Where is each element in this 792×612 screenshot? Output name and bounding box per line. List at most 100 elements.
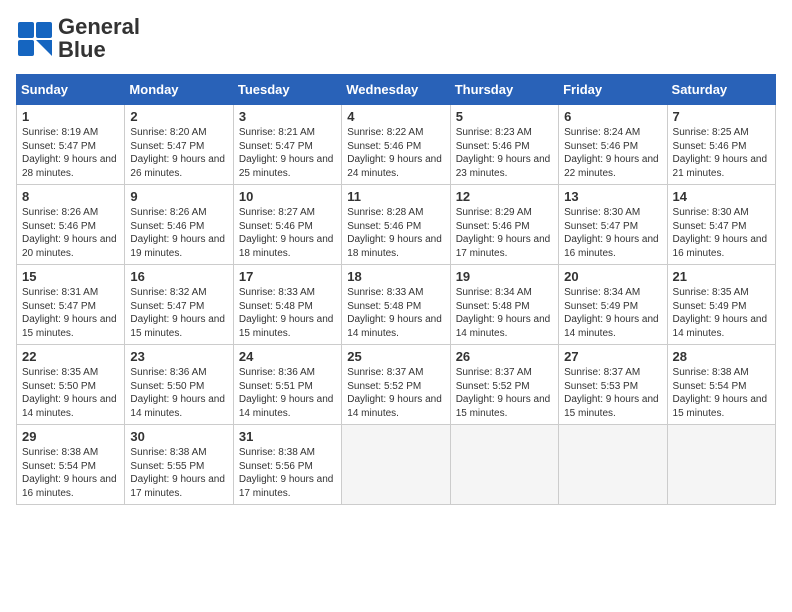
day-number: 3 (239, 109, 336, 124)
day-number: 16 (130, 269, 227, 284)
col-header-sunday: Sunday (17, 75, 125, 105)
logo-general: General (58, 14, 140, 39)
cell-info: Sunrise: 8:33 AMSunset: 5:48 PMDaylight:… (239, 287, 334, 339)
day-number: 22 (22, 349, 119, 364)
cell-info: Sunrise: 8:26 AMSunset: 5:46 PMDaylight:… (130, 207, 225, 259)
cell-info: Sunrise: 8:38 AMSunset: 5:55 PMDaylight:… (130, 447, 225, 499)
cell-info: Sunrise: 8:38 AMSunset: 5:56 PMDaylight:… (239, 447, 334, 499)
day-number: 12 (456, 189, 553, 204)
calendar-cell: 10 Sunrise: 8:27 AMSunset: 5:46 PMDaylig… (233, 185, 341, 265)
cell-info: Sunrise: 8:20 AMSunset: 5:47 PMDaylight:… (130, 127, 225, 179)
calendar-cell: 17 Sunrise: 8:33 AMSunset: 5:48 PMDaylig… (233, 265, 341, 345)
cell-info: Sunrise: 8:31 AMSunset: 5:47 PMDaylight:… (22, 287, 117, 339)
day-number: 18 (347, 269, 444, 284)
day-number: 30 (130, 429, 227, 444)
cell-info: Sunrise: 8:27 AMSunset: 5:46 PMDaylight:… (239, 207, 334, 259)
col-header-tuesday: Tuesday (233, 75, 341, 105)
calendar-cell: 12 Sunrise: 8:29 AMSunset: 5:46 PMDaylig… (450, 185, 558, 265)
cell-info: Sunrise: 8:37 AMSunset: 5:52 PMDaylight:… (347, 367, 442, 419)
cell-info: Sunrise: 8:21 AMSunset: 5:47 PMDaylight:… (239, 127, 334, 179)
day-number: 21 (673, 269, 770, 284)
col-header-friday: Friday (559, 75, 667, 105)
cell-info: Sunrise: 8:28 AMSunset: 5:46 PMDaylight:… (347, 207, 442, 259)
calendar-cell: 14 Sunrise: 8:30 AMSunset: 5:47 PMDaylig… (667, 185, 775, 265)
day-number: 17 (239, 269, 336, 284)
col-header-thursday: Thursday (450, 75, 558, 105)
calendar-cell: 2 Sunrise: 8:20 AMSunset: 5:47 PMDayligh… (125, 105, 233, 185)
calendar-cell: 23 Sunrise: 8:36 AMSunset: 5:50 PMDaylig… (125, 345, 233, 425)
day-number: 9 (130, 189, 227, 204)
week-row-4: 22 Sunrise: 8:35 AMSunset: 5:50 PMDaylig… (17, 345, 776, 425)
day-number: 8 (22, 189, 119, 204)
day-number: 25 (347, 349, 444, 364)
calendar-cell: 21 Sunrise: 8:35 AMSunset: 5:49 PMDaylig… (667, 265, 775, 345)
col-header-monday: Monday (125, 75, 233, 105)
cell-info: Sunrise: 8:30 AMSunset: 5:47 PMDaylight:… (673, 207, 768, 259)
calendar-cell (450, 425, 558, 505)
calendar-cell: 24 Sunrise: 8:36 AMSunset: 5:51 PMDaylig… (233, 345, 341, 425)
cell-info: Sunrise: 8:34 AMSunset: 5:49 PMDaylight:… (564, 287, 659, 339)
calendar-cell: 25 Sunrise: 8:37 AMSunset: 5:52 PMDaylig… (342, 345, 450, 425)
logo: General Blue (16, 16, 140, 62)
logo-blue: Blue (58, 37, 106, 62)
day-number: 2 (130, 109, 227, 124)
col-header-saturday: Saturday (667, 75, 775, 105)
calendar-table: SundayMondayTuesdayWednesdayThursdayFrid… (16, 74, 776, 505)
day-number: 5 (456, 109, 553, 124)
calendar-cell: 4 Sunrise: 8:22 AMSunset: 5:46 PMDayligh… (342, 105, 450, 185)
week-row-3: 15 Sunrise: 8:31 AMSunset: 5:47 PMDaylig… (17, 265, 776, 345)
cell-info: Sunrise: 8:24 AMSunset: 5:46 PMDaylight:… (564, 127, 659, 179)
cell-info: Sunrise: 8:33 AMSunset: 5:48 PMDaylight:… (347, 287, 442, 339)
calendar-cell: 11 Sunrise: 8:28 AMSunset: 5:46 PMDaylig… (342, 185, 450, 265)
cell-info: Sunrise: 8:32 AMSunset: 5:47 PMDaylight:… (130, 287, 225, 339)
calendar-cell: 28 Sunrise: 8:38 AMSunset: 5:54 PMDaylig… (667, 345, 775, 425)
week-row-5: 29 Sunrise: 8:38 AMSunset: 5:54 PMDaylig… (17, 425, 776, 505)
calendar-cell: 22 Sunrise: 8:35 AMSunset: 5:50 PMDaylig… (17, 345, 125, 425)
cell-info: Sunrise: 8:36 AMSunset: 5:50 PMDaylight:… (130, 367, 225, 419)
week-row-2: 8 Sunrise: 8:26 AMSunset: 5:46 PMDayligh… (17, 185, 776, 265)
cell-info: Sunrise: 8:37 AMSunset: 5:53 PMDaylight:… (564, 367, 659, 419)
calendar-cell (342, 425, 450, 505)
calendar-cell: 31 Sunrise: 8:38 AMSunset: 5:56 PMDaylig… (233, 425, 341, 505)
day-number: 1 (22, 109, 119, 124)
cell-info: Sunrise: 8:38 AMSunset: 5:54 PMDaylight:… (673, 367, 768, 419)
cell-info: Sunrise: 8:23 AMSunset: 5:46 PMDaylight:… (456, 127, 551, 179)
calendar-cell: 15 Sunrise: 8:31 AMSunset: 5:47 PMDaylig… (17, 265, 125, 345)
calendar-cell: 8 Sunrise: 8:26 AMSunset: 5:46 PMDayligh… (17, 185, 125, 265)
day-number: 28 (673, 349, 770, 364)
calendar-cell: 26 Sunrise: 8:37 AMSunset: 5:52 PMDaylig… (450, 345, 558, 425)
col-header-wednesday: Wednesday (342, 75, 450, 105)
day-number: 7 (673, 109, 770, 124)
cell-info: Sunrise: 8:25 AMSunset: 5:46 PMDaylight:… (673, 127, 768, 179)
day-number: 26 (456, 349, 553, 364)
day-number: 20 (564, 269, 661, 284)
calendar-cell (559, 425, 667, 505)
page-header: General Blue (16, 16, 776, 62)
day-number: 24 (239, 349, 336, 364)
cell-info: Sunrise: 8:38 AMSunset: 5:54 PMDaylight:… (22, 447, 117, 499)
cell-info: Sunrise: 8:37 AMSunset: 5:52 PMDaylight:… (456, 367, 551, 419)
day-number: 10 (239, 189, 336, 204)
day-number: 6 (564, 109, 661, 124)
calendar-cell (667, 425, 775, 505)
calendar-cell: 30 Sunrise: 8:38 AMSunset: 5:55 PMDaylig… (125, 425, 233, 505)
cell-info: Sunrise: 8:36 AMSunset: 5:51 PMDaylight:… (239, 367, 334, 419)
calendar-cell: 1 Sunrise: 8:19 AMSunset: 5:47 PMDayligh… (17, 105, 125, 185)
day-number: 31 (239, 429, 336, 444)
cell-info: Sunrise: 8:29 AMSunset: 5:46 PMDaylight:… (456, 207, 551, 259)
cell-info: Sunrise: 8:19 AMSunset: 5:47 PMDaylight:… (22, 127, 117, 179)
calendar-cell: 7 Sunrise: 8:25 AMSunset: 5:46 PMDayligh… (667, 105, 775, 185)
cell-info: Sunrise: 8:30 AMSunset: 5:47 PMDaylight:… (564, 207, 659, 259)
cell-info: Sunrise: 8:35 AMSunset: 5:50 PMDaylight:… (22, 367, 117, 419)
day-number: 11 (347, 189, 444, 204)
calendar-cell: 20 Sunrise: 8:34 AMSunset: 5:49 PMDaylig… (559, 265, 667, 345)
day-number: 15 (22, 269, 119, 284)
calendar-cell: 16 Sunrise: 8:32 AMSunset: 5:47 PMDaylig… (125, 265, 233, 345)
day-number: 19 (456, 269, 553, 284)
calendar-cell: 18 Sunrise: 8:33 AMSunset: 5:48 PMDaylig… (342, 265, 450, 345)
cell-info: Sunrise: 8:35 AMSunset: 5:49 PMDaylight:… (673, 287, 768, 339)
cell-info: Sunrise: 8:34 AMSunset: 5:48 PMDaylight:… (456, 287, 551, 339)
day-number: 4 (347, 109, 444, 124)
calendar-cell: 13 Sunrise: 8:30 AMSunset: 5:47 PMDaylig… (559, 185, 667, 265)
week-row-1: 1 Sunrise: 8:19 AMSunset: 5:47 PMDayligh… (17, 105, 776, 185)
